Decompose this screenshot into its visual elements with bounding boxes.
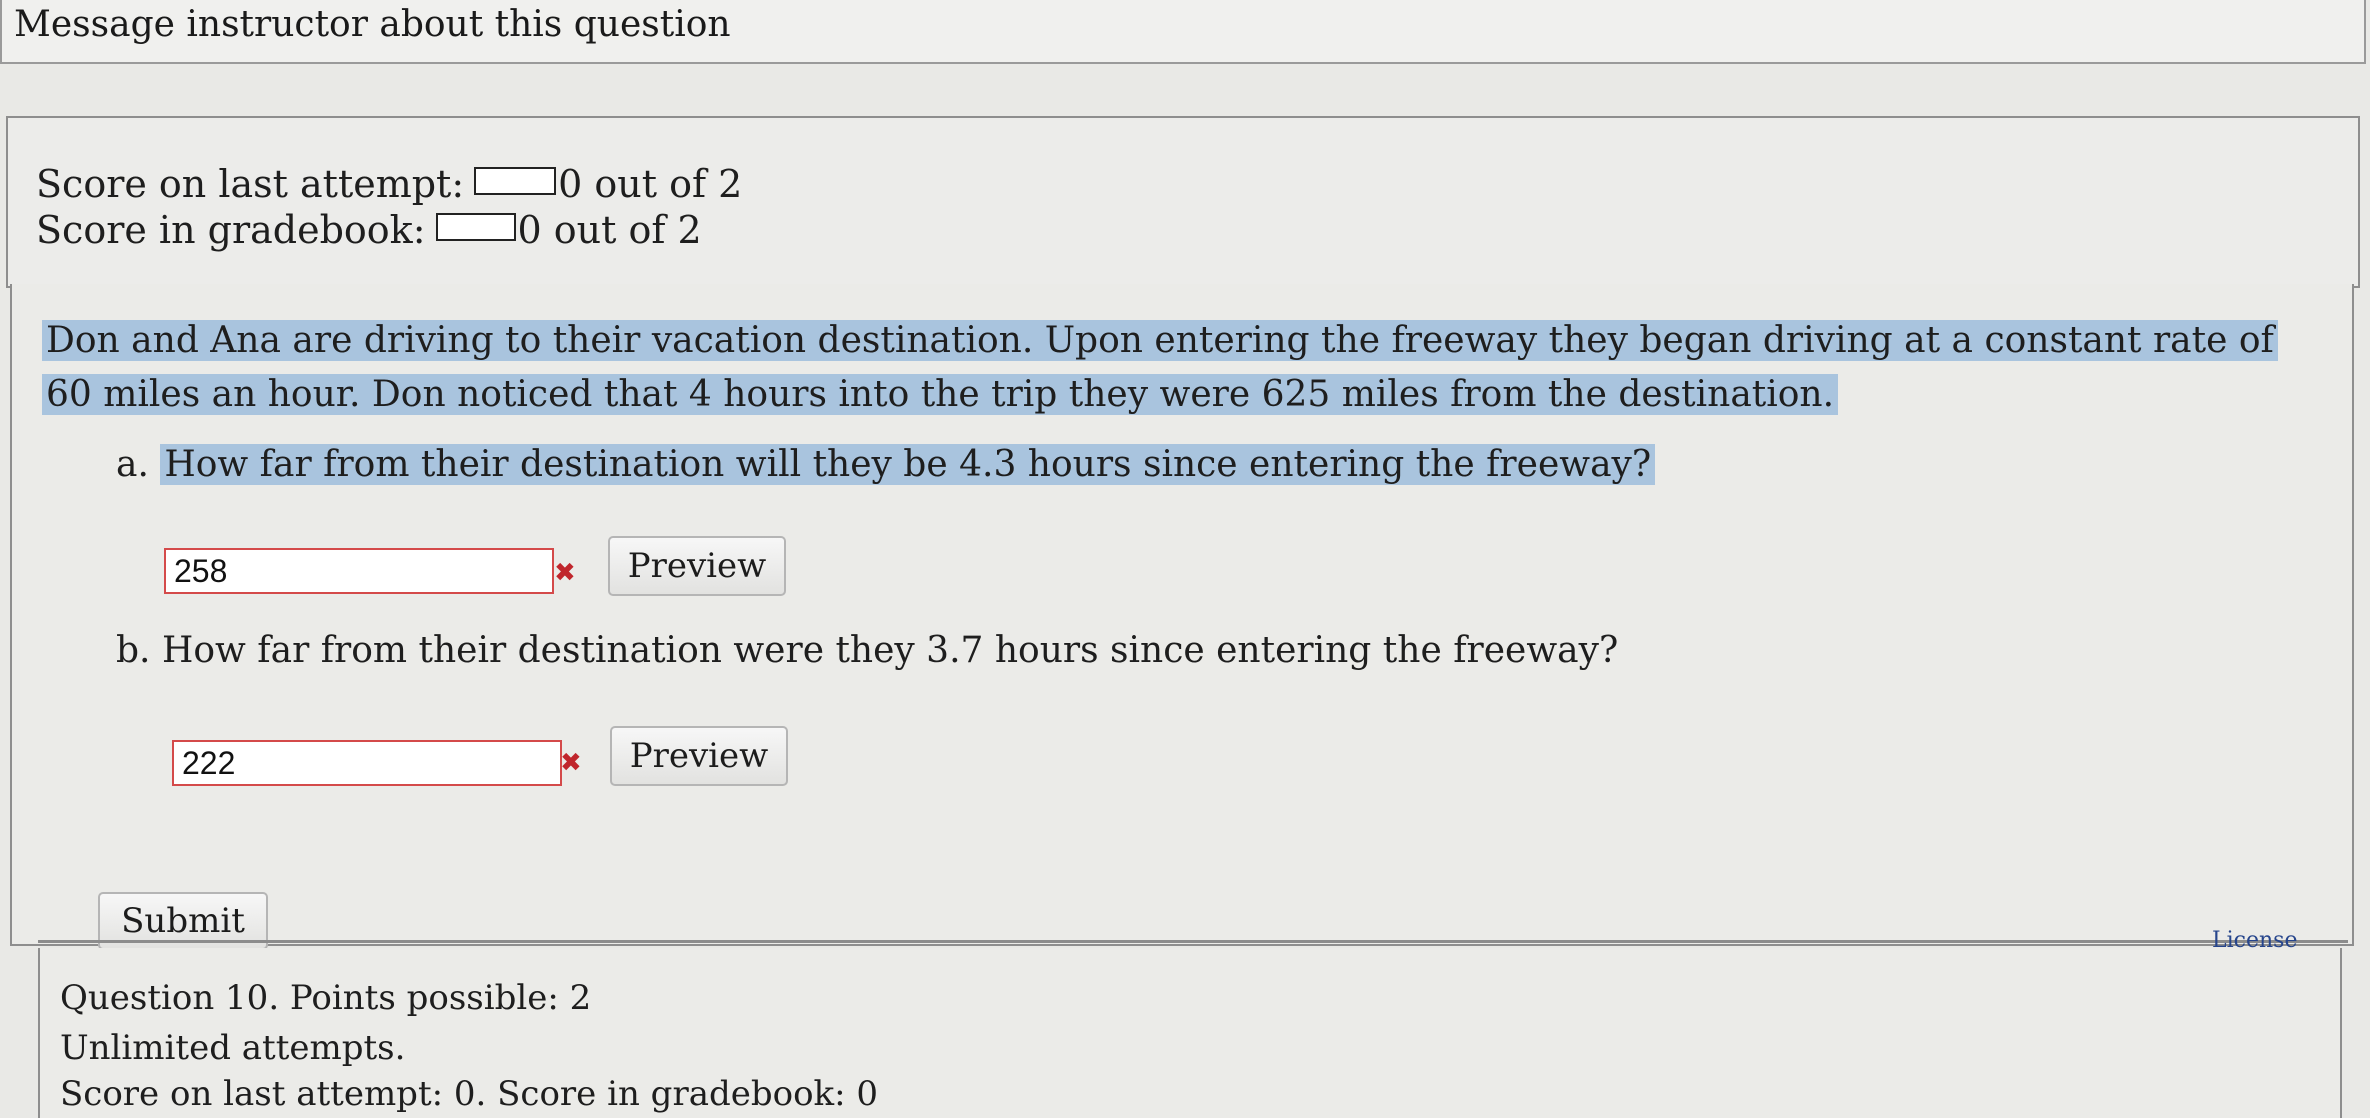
score-last-attempt-box: [474, 167, 557, 195]
part-a-question: a. How far from their destination will t…: [116, 444, 1656, 485]
wrong-x-icon: ✖: [560, 748, 582, 778]
score-gradebook: Score in gradebook: 0 out of 2: [36, 208, 702, 252]
part-b-text: How far from their destination were they…: [161, 630, 1619, 671]
message-instructor-bar: Message instructor about this question: [0, 0, 2366, 64]
next-question-attempts: Unlimited attempts.: [60, 1028, 406, 1068]
score-last-attempt: Score on last attempt: 0 out of 2: [36, 162, 742, 206]
part-a-text: How far from their destination will they…: [160, 444, 1656, 485]
wrong-x-icon: ✖: [554, 558, 576, 588]
next-question-panel: Question 10. Points possible: 2 Unlimite…: [38, 948, 2342, 1118]
next-question-score: Score on last attempt: 0. Score in grade…: [60, 1074, 879, 1114]
next-question-title: Question 10. Points possible: 2: [60, 978, 592, 1018]
part-b-preview-button[interactable]: Preview: [610, 726, 788, 786]
part-b-answer-input[interactable]: [172, 740, 562, 786]
part-b-letter: b.: [116, 630, 151, 671]
score-last-attempt-label: Score on last attempt:: [36, 162, 465, 206]
score-last-attempt-value: 0 out of 2: [558, 162, 743, 206]
part-a-preview-button[interactable]: Preview: [608, 536, 786, 596]
question-panel: Don and Ana are driving to their vacatio…: [10, 284, 2354, 950]
part-b-question: b. How far from their destination were t…: [116, 630, 1618, 671]
question-prompt-text: Don and Ana are driving to their vacatio…: [42, 320, 2278, 415]
question-prompt: Don and Ana are driving to their vacatio…: [42, 314, 2322, 422]
section-divider: [38, 940, 2348, 943]
part-a-letter: a.: [116, 444, 149, 485]
score-gradebook-box: [435, 213, 516, 241]
part-a-answer-input[interactable]: [164, 548, 554, 594]
message-instructor-link[interactable]: Message instructor about this question: [14, 4, 731, 45]
score-gradebook-label: Score in gradebook:: [36, 208, 426, 252]
score-panel: Score on last attempt: 0 out of 2 Score i…: [6, 116, 2360, 288]
score-gradebook-value: 0 out of 2: [517, 208, 702, 252]
